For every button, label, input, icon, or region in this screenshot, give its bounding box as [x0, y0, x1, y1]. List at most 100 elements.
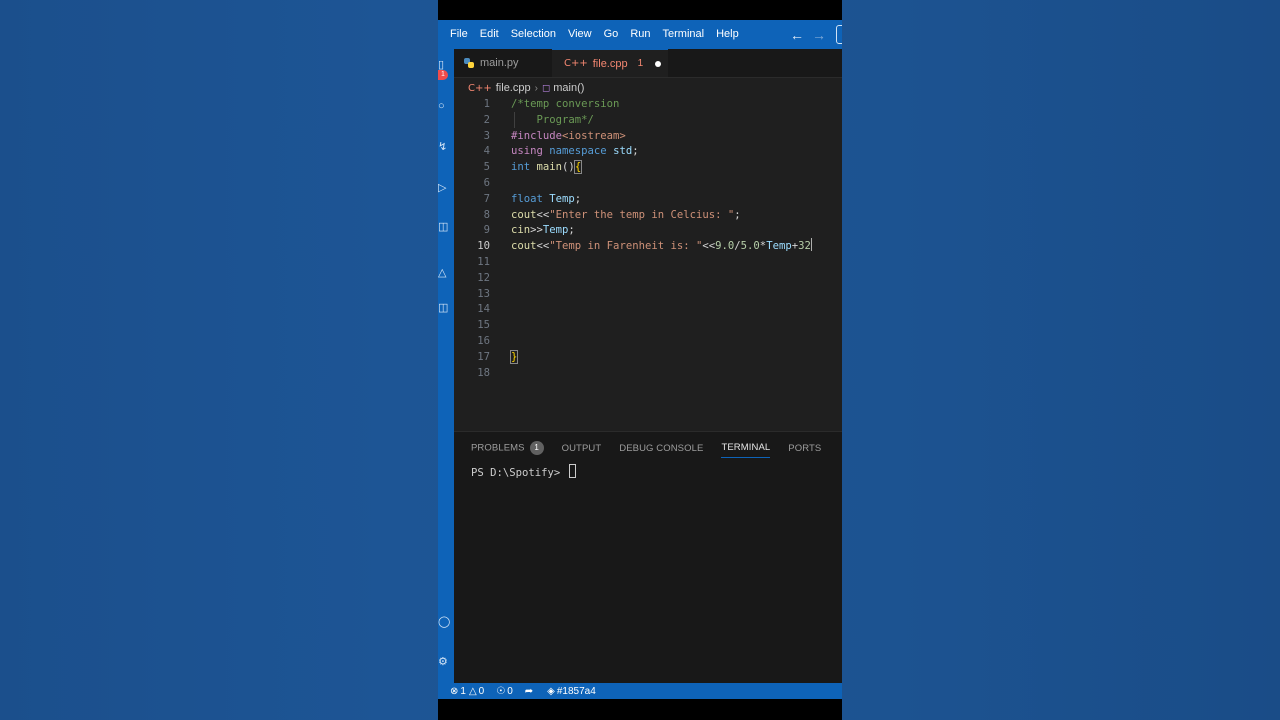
code-token: ; [574, 193, 582, 205]
status-commit[interactable]: ◈ #1857a4 [547, 686, 596, 697]
back-arrow-icon[interactable]: ← [790, 27, 804, 43]
code-line[interactable]: 10 cout<<"Temp in Farenheit is: "<<9.0/5.… [454, 238, 842, 254]
tab-main-py[interactable]: main.py [454, 49, 552, 77]
code-line[interactable]: 7 float Temp; [454, 191, 842, 207]
tab-file-cpp[interactable]: C++ file.cpp 1 [552, 49, 668, 77]
warning-count: 0 [478, 685, 485, 697]
line-number: 9 [483, 224, 490, 236]
command-center[interactable] [836, 25, 842, 44]
code-line[interactable]: 8 cout<<"Enter the temp in Celcius: "; [454, 207, 842, 223]
chevron-right-icon: › [534, 82, 538, 94]
code-line[interactable]: 6 [454, 175, 842, 191]
status-live-share[interactable]: ➦ [525, 686, 535, 697]
code-line[interactable]: 1 /*temp conversion [454, 96, 842, 112]
testing-icon[interactable]: △ [438, 267, 448, 279]
line-number: 3 [483, 130, 490, 142]
code-token: /*temp conversion [511, 98, 620, 110]
tab-terminal[interactable]: TERMINAL [721, 442, 771, 458]
unsaved-dot-icon[interactable] [655, 60, 662, 67]
menu-file[interactable]: File [438, 20, 474, 49]
code-text: int main(){ [511, 159, 583, 175]
panel-tabs: PROBLEMS 1 OUTPUT DEBUG CONSOLE TERMINAL … [471, 441, 839, 459]
code-line[interactable]: 16 [454, 333, 842, 349]
code-line[interactable]: 5 int main(){ [454, 159, 842, 175]
terminal-prompt-line[interactable]: PS D:\Spotify> [471, 464, 576, 479]
search-icon[interactable]: ○ [438, 100, 448, 112]
letterbox-bottom [438, 699, 842, 720]
line-number: 18 [477, 367, 490, 379]
code-token: cin [511, 224, 531, 236]
menu-selection[interactable]: Selection [505, 20, 562, 49]
code-line[interactable]: 17} [454, 349, 842, 365]
cpp-icon: C++ [468, 82, 492, 94]
breadcrumb-symbol[interactable]: main() [553, 82, 584, 94]
menu-edit[interactable]: Edit [474, 20, 505, 49]
code-token: } [509, 350, 519, 364]
error-icon: ⊗ [450, 685, 459, 697]
menu-help[interactable]: Help [710, 20, 745, 49]
code-line[interactable]: 18 [454, 365, 842, 381]
run-debug-icon[interactable]: ▷ [438, 182, 448, 194]
line-number: 14 [477, 303, 490, 315]
terminal-cursor [568, 464, 576, 478]
tab-label: file.cpp [592, 57, 628, 70]
code-line[interactable]: 11 [454, 254, 842, 270]
code-line[interactable]: 3 #include<iostream> [454, 128, 842, 144]
code-line[interactable]: 9 cin>>Temp; [454, 222, 842, 238]
manage-gear-icon[interactable]: ⚙ [438, 656, 448, 668]
cube-icon: ◻ [541, 82, 551, 94]
code-token: 32 [798, 240, 811, 252]
code-line[interactable]: 13 [454, 286, 842, 302]
code-editor[interactable]: 1 /*temp conversion 2 Program*/ 3 #include<i… [454, 96, 842, 431]
code-token: { [573, 160, 583, 174]
code-line[interactable]: 4 using namespace std; [454, 143, 842, 159]
breadcrumb: C++ file.cpp › ◻ main() [454, 78, 842, 98]
forward-arrow-icon[interactable]: → [812, 27, 826, 43]
code-token: Temp [549, 193, 575, 205]
tab-debug-console[interactable]: DEBUG CONSOLE [619, 443, 703, 458]
status-bar: ⊗ 1 △ 0 ☉ 0 ➦ ◈ #1857a4 [438, 683, 842, 699]
code-token: "Enter the temp in Celcius: " [549, 209, 735, 221]
source-control-icon[interactable]: ↯ [438, 141, 448, 153]
tab-problems[interactable]: PROBLEMS 1 [471, 441, 544, 459]
code-token: main [536, 161, 563, 173]
code-line[interactable]: 2 Program*/ [454, 112, 842, 128]
bottom-panel: PROBLEMS 1 OUTPUT DEBUG CONSOLE TERMINAL … [454, 431, 842, 684]
code-token: << [536, 240, 550, 252]
code-line[interactable]: 12 [454, 270, 842, 286]
status-ports[interactable]: ☉ 0 [496, 686, 513, 697]
account-icon[interactable]: ◯ [438, 616, 450, 628]
line-number: 17 [477, 351, 490, 363]
error-count: 1 [460, 685, 466, 697]
git-commit-icon: ◈ [547, 685, 555, 697]
extensions-icon[interactable]: ◫ [438, 221, 448, 233]
tab-ports[interactable]: PORTS [788, 443, 821, 458]
breadcrumb-file[interactable]: file.cpp [496, 82, 531, 94]
line-number: 11 [477, 256, 490, 268]
tab-problems-label: PROBLEMS [471, 442, 525, 454]
menu-terminal[interactable]: Terminal [657, 20, 711, 49]
code-line[interactable]: 15 [454, 317, 842, 333]
line-number: 15 [477, 319, 490, 331]
status-problems[interactable]: ⊗ 1 △ 0 [450, 686, 484, 697]
code-token: 9.0 [715, 240, 735, 252]
line-number: 12 [477, 272, 490, 284]
code-text: Program*/ [511, 112, 594, 128]
menu-run[interactable]: Run [624, 20, 656, 49]
line-number: 6 [483, 177, 490, 189]
code-text: cout<<"Temp in Farenheit is: "<<9.0/5.0*… [511, 238, 812, 254]
code-token: cout [511, 209, 537, 221]
line-number: 2 [483, 114, 490, 126]
code-token: cout [511, 240, 537, 252]
code-text: /*temp conversion [511, 96, 619, 112]
menu-view[interactable]: View [562, 20, 598, 49]
vscode-window: File Edit Selection View Go Run Terminal… [438, 0, 842, 720]
editor-tabs: main.py C++ file.cpp 1 [454, 49, 842, 78]
broadcast-icon: ☉ [496, 685, 506, 697]
line-number: 16 [477, 335, 490, 347]
tab-output[interactable]: OUTPUT [562, 443, 602, 458]
remote-explorer-icon[interactable]: ◫ [438, 302, 448, 314]
code-line[interactable]: 14 [454, 301, 842, 317]
code-token: <iostream> [562, 130, 626, 142]
menu-go[interactable]: Go [598, 20, 625, 49]
